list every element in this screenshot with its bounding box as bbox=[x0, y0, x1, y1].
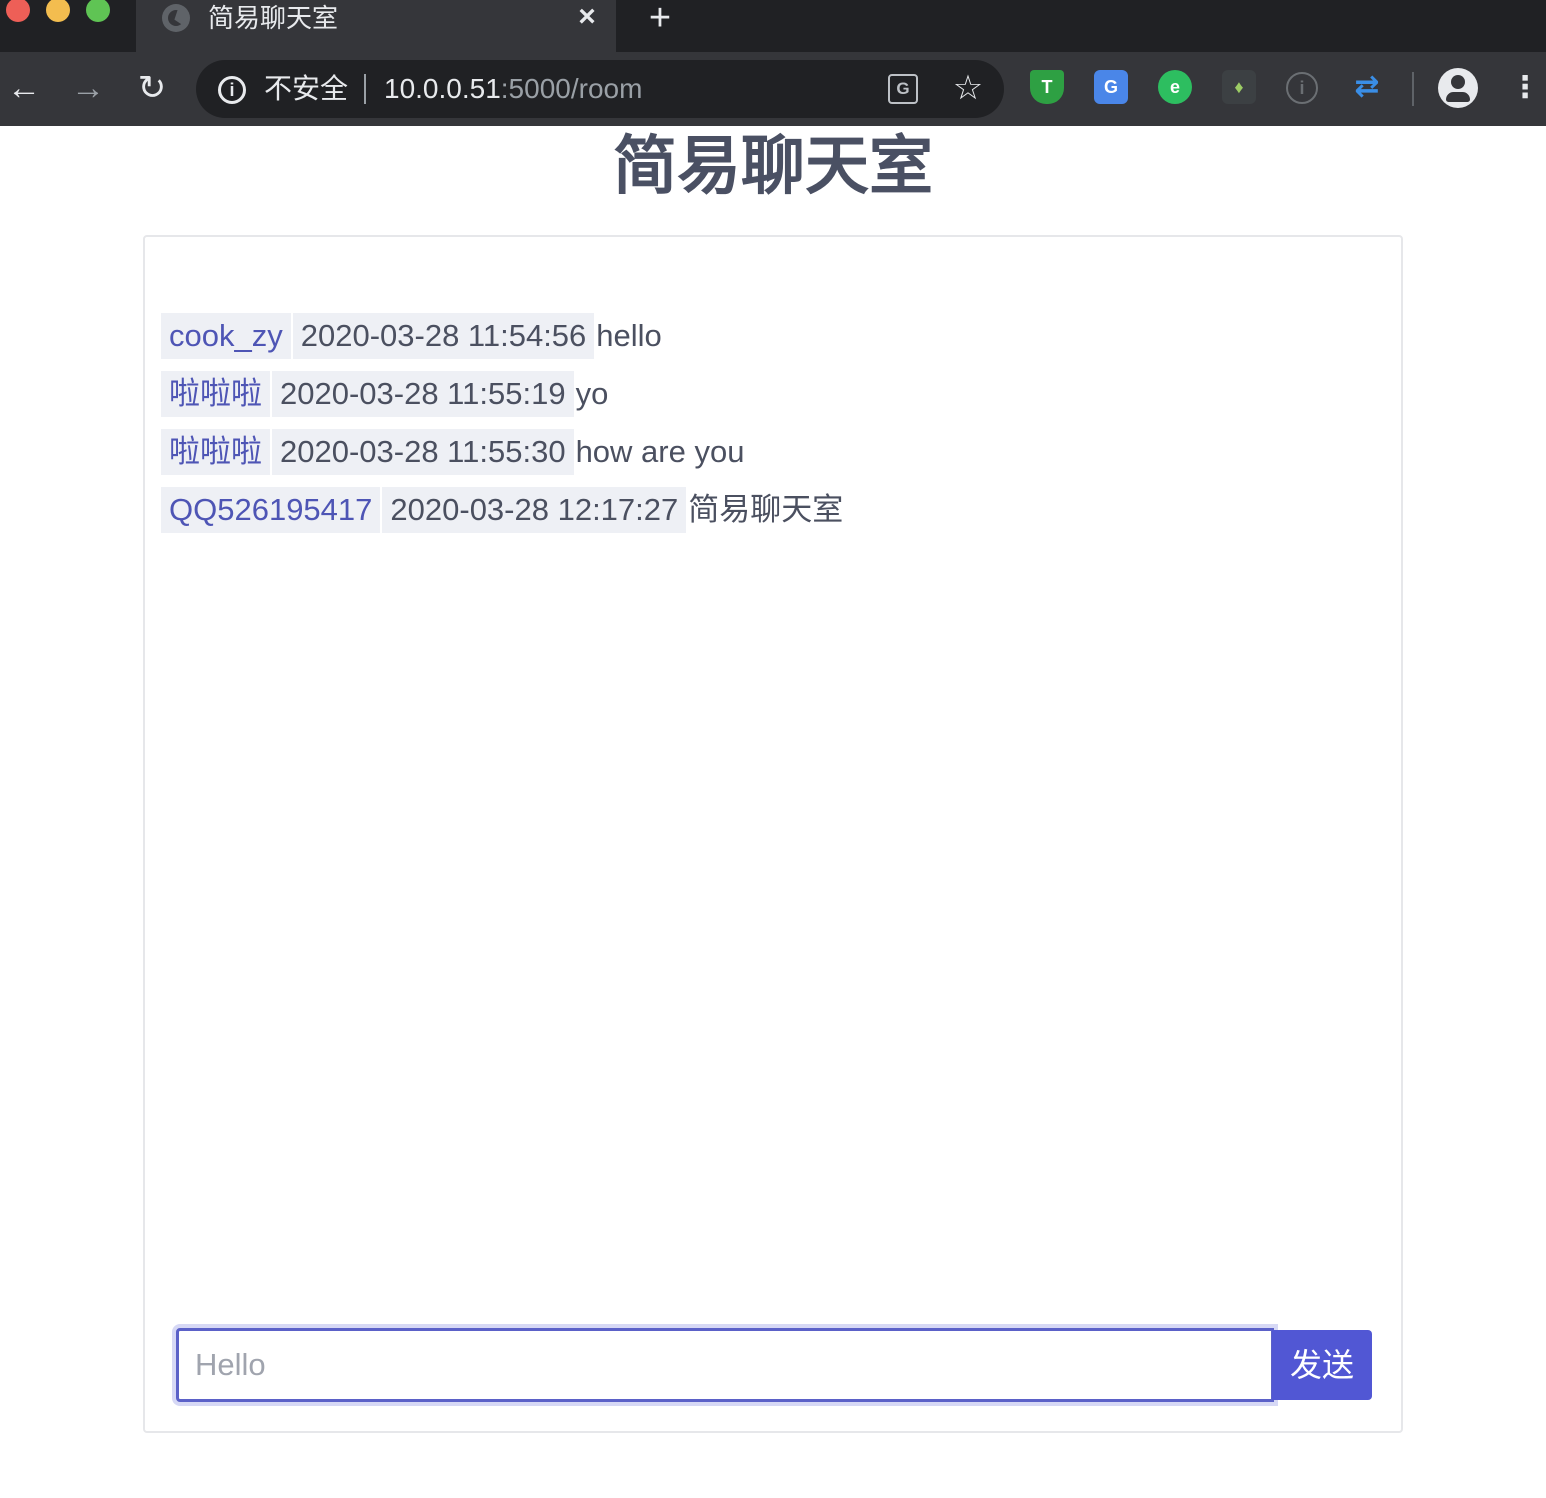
globe-icon bbox=[162, 4, 190, 32]
browser-tab-bar: 简易聊天室 × + bbox=[0, 0, 1546, 52]
message-list: cook_zy 2020-03-28 11:54:56 hello 啦啦啦 20… bbox=[161, 313, 843, 545]
info-extension-icon[interactable]: i bbox=[1286, 72, 1318, 104]
url-text[interactable]: 10.0.0.51:5000/room bbox=[384, 73, 642, 105]
security-status[interactable]: 不安全 bbox=[264, 74, 348, 104]
message-username: 啦啦啦 bbox=[161, 429, 270, 475]
minimize-window-button[interactable] bbox=[46, 0, 70, 22]
chat-panel: cook_zy 2020-03-28 11:54:56 hello 啦啦啦 20… bbox=[143, 235, 1403, 1433]
message-text: yo bbox=[575, 376, 609, 411]
maximize-window-button[interactable] bbox=[86, 0, 110, 22]
message-row: QQ526195417 2020-03-28 12:17:27 简易聊天室 bbox=[161, 487, 843, 533]
message-timestamp: 2020-03-28 11:55:19 bbox=[272, 371, 574, 417]
close-tab-icon[interactable]: × bbox=[572, 2, 602, 32]
back-arrow-icon[interactable]: ← bbox=[4, 68, 44, 108]
message-composer: 发送 bbox=[176, 1328, 1372, 1402]
message-timestamp: 2020-03-28 11:54:56 bbox=[292, 313, 595, 359]
address-bar[interactable]: i 不安全 10.0.0.51:5000/room G ☆ bbox=[196, 60, 1004, 118]
browser-menu-icon[interactable]: ⋮ bbox=[1510, 68, 1540, 108]
tab-title: 简易聊天室 bbox=[208, 3, 339, 33]
close-window-button[interactable] bbox=[6, 0, 30, 22]
url-path: :5000/room bbox=[500, 73, 643, 104]
url-host: 10.0.0.51 bbox=[384, 73, 501, 104]
browser-tab[interactable]: 简易聊天室 × bbox=[136, 0, 616, 52]
translate-icon[interactable]: G bbox=[888, 74, 918, 104]
toolbar-divider bbox=[1412, 72, 1414, 106]
evernote-extension-icon[interactable]: e bbox=[1158, 70, 1192, 104]
google-translate-extension-icon[interactable]: G bbox=[1094, 70, 1128, 104]
key-extension-icon[interactable]: ♦ bbox=[1222, 70, 1256, 104]
sync-extension-icon[interactable]: ⇄ bbox=[1350, 70, 1384, 104]
message-timestamp: 2020-03-28 11:55:30 bbox=[272, 429, 574, 475]
message-username: cook_zy bbox=[161, 313, 291, 359]
reload-icon[interactable]: ↻ bbox=[132, 68, 172, 108]
message-username: 啦啦啦 bbox=[161, 371, 270, 417]
forward-arrow-icon[interactable]: → bbox=[68, 68, 108, 108]
message-input[interactable] bbox=[176, 1328, 1274, 1402]
shield-extension-icon[interactable]: T bbox=[1030, 70, 1064, 104]
message-text: hello bbox=[596, 318, 662, 353]
site-info-icon[interactable]: i bbox=[218, 76, 246, 104]
message-row: 啦啦啦 2020-03-28 11:55:19 yo bbox=[161, 371, 843, 417]
new-tab-button[interactable]: + bbox=[644, 0, 676, 37]
browser-toolbar: ← → ↻ i 不安全 10.0.0.51:5000/room G ☆ T G … bbox=[0, 52, 1546, 126]
message-timestamp: 2020-03-28 12:17:27 bbox=[382, 487, 687, 533]
message-text: how are you bbox=[575, 434, 745, 469]
message-text: 简易聊天室 bbox=[688, 492, 844, 527]
address-divider bbox=[364, 74, 366, 104]
message-row: 啦啦啦 2020-03-28 11:55:30 how are you bbox=[161, 429, 843, 475]
profile-avatar-icon[interactable] bbox=[1438, 68, 1478, 108]
message-username: QQ526195417 bbox=[161, 487, 381, 533]
send-button[interactable]: 发送 bbox=[1272, 1330, 1372, 1400]
message-row: cook_zy 2020-03-28 11:54:56 hello bbox=[161, 313, 843, 359]
page-title: 简易聊天室 bbox=[613, 130, 933, 202]
bookmark-star-icon[interactable]: ☆ bbox=[950, 70, 986, 106]
